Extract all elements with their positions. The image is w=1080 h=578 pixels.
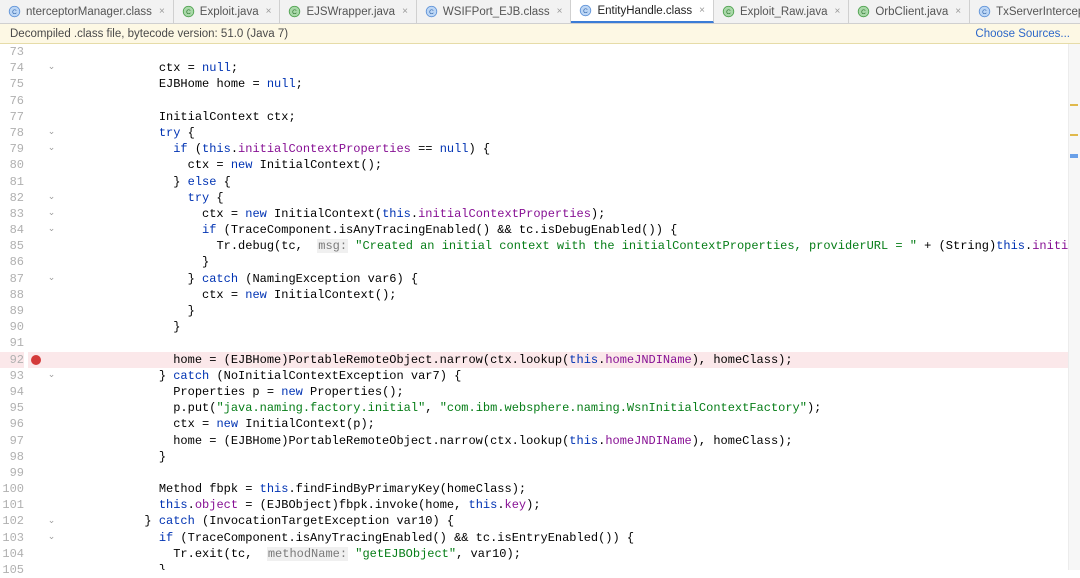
breakpoint-icon[interactable] <box>31 355 41 365</box>
file-icon: C <box>182 5 195 18</box>
line-number: 80 <box>0 157 24 173</box>
line-number: 81 <box>0 174 24 190</box>
line-number: 101 <box>0 497 24 513</box>
close-icon[interactable]: × <box>157 6 167 17</box>
fold-icon[interactable]: ⌄ <box>47 128 56 137</box>
marker[interactable] <box>1070 134 1078 136</box>
line-number: 89 <box>0 303 24 319</box>
close-icon[interactable]: × <box>833 6 843 17</box>
line-number: 93 <box>0 368 24 384</box>
line-number: 100 <box>0 481 24 497</box>
svg-text:C: C <box>12 9 17 16</box>
line-number: 79 <box>0 141 24 157</box>
line-number: 85 <box>0 238 24 254</box>
tab-wsifport_ejb-class[interactable]: C WSIFPort_EJB.class × <box>417 0 572 23</box>
line-number: 82 <box>0 190 24 206</box>
line-number: 75 <box>0 76 24 92</box>
line-number: 90 <box>0 319 24 335</box>
svg-text:C: C <box>726 9 731 16</box>
line-number: 88 <box>0 287 24 303</box>
line-number: 78 <box>0 125 24 141</box>
svg-text:C: C <box>584 8 589 15</box>
svg-text:C: C <box>982 9 987 16</box>
svg-text:C: C <box>186 9 191 16</box>
line-number: 105 <box>0 562 24 578</box>
file-icon: C <box>8 5 21 18</box>
fold-icon[interactable]: ⌄ <box>47 193 56 202</box>
file-icon: C <box>425 5 438 18</box>
svg-text:C: C <box>293 9 298 16</box>
fold-icon[interactable]: ⌄ <box>47 533 56 542</box>
tab-label: OrbClient.java <box>875 6 948 18</box>
marker[interactable] <box>1070 104 1078 106</box>
tab-label: TxServerInterceptor.class <box>996 6 1080 18</box>
file-icon: C <box>857 5 870 18</box>
fold-icon[interactable]: ⌄ <box>47 225 56 234</box>
decompiled-banner: Decompiled .class file, bytecode version… <box>0 24 1080 44</box>
editor-tabs: CnterceptorManager.class×CExploit.java×C… <box>0 0 1080 24</box>
tab-exploit_raw-java[interactable]: C Exploit_Raw.java × <box>714 0 849 23</box>
line-number: 92 <box>0 352 24 368</box>
line-number: 84 <box>0 222 24 238</box>
tab-nterceptormanager-class[interactable]: CnterceptorManager.class × <box>0 0 174 23</box>
tab-ejswrapper-java[interactable]: C EJSWrapper.java × <box>280 0 416 23</box>
tab-label: WSIFPort_EJB.class <box>443 6 550 18</box>
line-number: 103 <box>0 530 24 546</box>
line-number: 76 <box>0 93 24 109</box>
fold-icon[interactable]: ⌄ <box>47 63 56 72</box>
line-number: 95 <box>0 400 24 416</box>
line-number-gutter: 7374757677787980818283848586878889909192… <box>0 44 28 570</box>
code-editor[interactable]: 7374757677787980818283848586878889909192… <box>0 44 1080 570</box>
svg-text:C: C <box>862 9 867 16</box>
choose-sources-link[interactable]: Choose Sources... <box>975 28 1070 40</box>
fold-icon[interactable]: ⌄ <box>47 209 56 218</box>
marker[interactable] <box>1070 154 1078 158</box>
tab-orbclient-java[interactable]: C OrbClient.java × <box>849 0 970 23</box>
line-number: 96 <box>0 416 24 432</box>
file-icon: C <box>978 5 991 18</box>
fold-gutter[interactable]: ⌄ ⌄ ⌄ ⌄ ⌄ ⌄ ⌄ ⌄ ⌄ ⌄ <box>46 44 58 570</box>
close-icon[interactable]: × <box>264 6 274 17</box>
close-icon[interactable]: × <box>400 6 410 17</box>
fold-icon[interactable]: ⌄ <box>47 144 56 153</box>
fold-icon[interactable]: ⌄ <box>47 517 56 526</box>
line-number: 91 <box>0 335 24 351</box>
fold-icon[interactable]: ⌄ <box>47 274 56 283</box>
file-icon: C <box>579 4 592 17</box>
tab-label: nterceptorManager.class <box>26 6 152 18</box>
banner-text: Decompiled .class file, bytecode version… <box>10 28 288 40</box>
line-number: 86 <box>0 254 24 270</box>
line-number: 104 <box>0 546 24 562</box>
tab-label: EJSWrapper.java <box>306 6 395 18</box>
tab-label: Exploit_Raw.java <box>740 6 828 18</box>
line-number: 94 <box>0 384 24 400</box>
line-number: 87 <box>0 271 24 287</box>
tab-entityhandle-class[interactable]: C EntityHandle.class × <box>571 0 713 23</box>
line-number: 77 <box>0 109 24 125</box>
line-number: 73 <box>0 44 24 60</box>
line-number: 98 <box>0 449 24 465</box>
svg-text:C: C <box>429 9 434 16</box>
fold-icon[interactable]: ⌄ <box>47 371 56 380</box>
line-number: 74 <box>0 60 24 76</box>
tab-txserverinterceptor-class[interactable]: CTxServerInterceptor.class× <box>970 0 1080 23</box>
line-number: 99 <box>0 465 24 481</box>
breakpoint-gutter[interactable] <box>28 44 46 570</box>
line-number: 97 <box>0 433 24 449</box>
close-icon[interactable]: × <box>953 6 963 17</box>
tab-exploit-java[interactable]: C Exploit.java × <box>174 0 281 23</box>
tab-label: EntityHandle.class <box>597 5 692 17</box>
close-icon[interactable]: × <box>555 6 565 17</box>
tab-label: Exploit.java <box>200 6 259 18</box>
error-stripe[interactable] <box>1068 44 1080 570</box>
file-icon: C <box>288 5 301 18</box>
file-icon: C <box>722 5 735 18</box>
line-number: 83 <box>0 206 24 222</box>
code-area[interactable]: ctx = null; EJBHome home = null; Initial… <box>58 44 1080 570</box>
close-icon[interactable]: × <box>697 5 707 16</box>
line-number: 102 <box>0 513 24 529</box>
